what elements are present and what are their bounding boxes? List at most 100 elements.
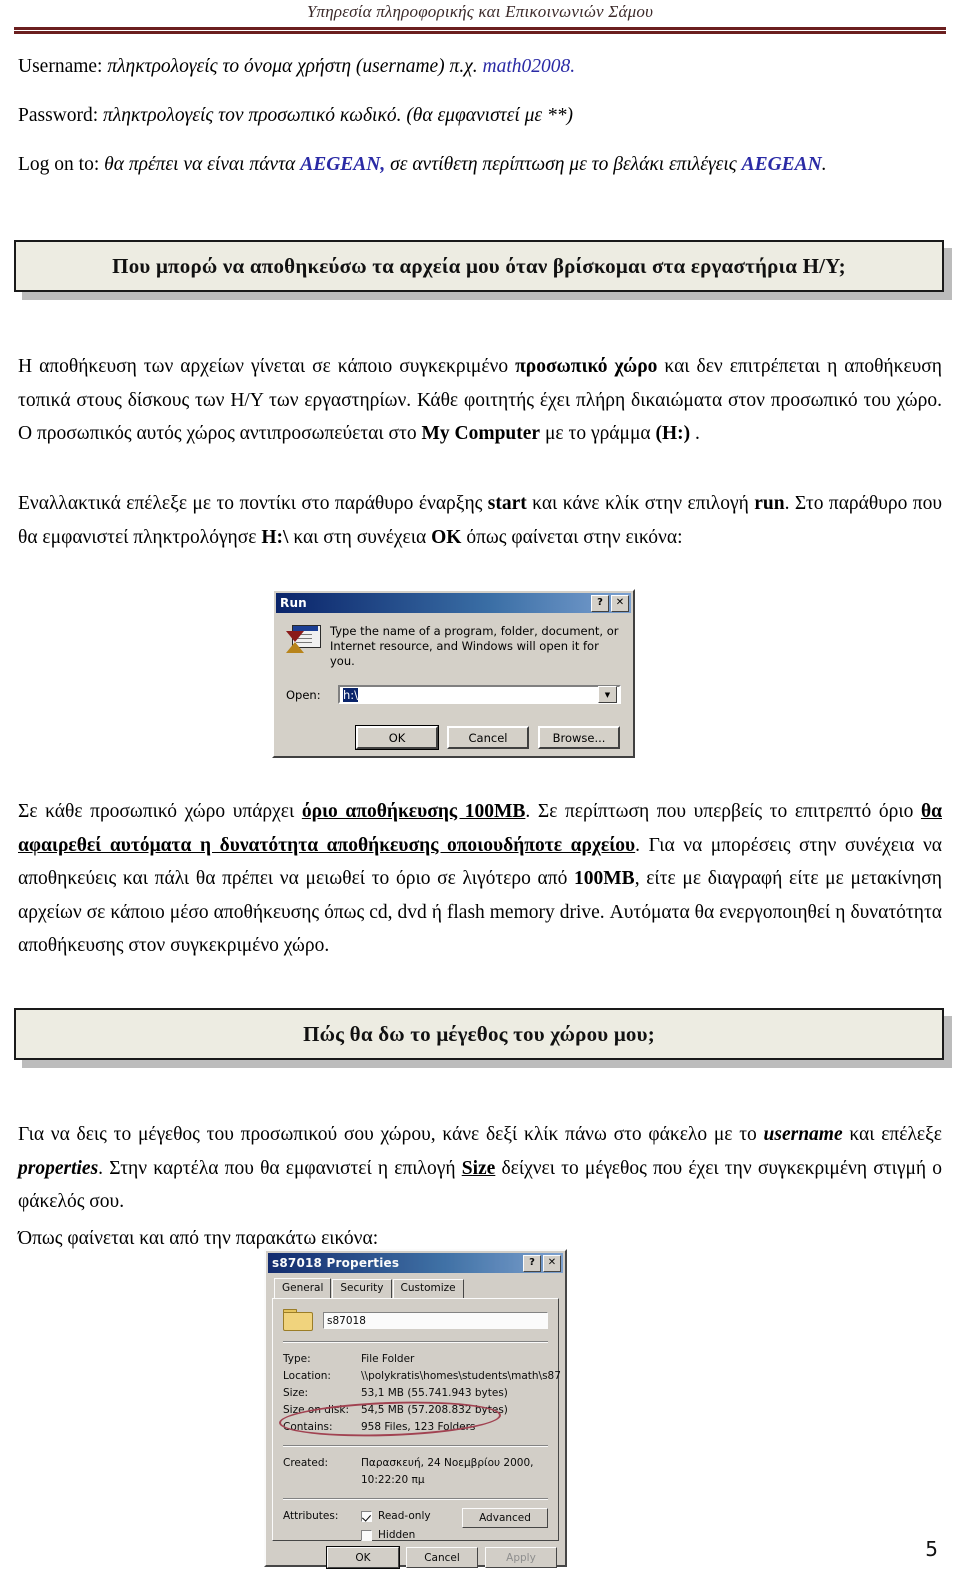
s1p2-part-i: όπως φαίνεται στην εικόνα: — [461, 526, 683, 548]
properties-tabstrip: General Security Customize — [274, 1278, 565, 1298]
properties-cancel-button[interactable]: Cancel — [406, 1547, 478, 1568]
s2p1-part-a: Για να δεις το μέγεθος του προσωπικού σο… — [18, 1124, 764, 1145]
contains-value: 958 Files, 123 Folders — [361, 1421, 476, 1433]
run-dialog-buttons: OK Cancel Browse... — [286, 725, 621, 750]
s2p1-size-keyword: Size — [461, 1157, 496, 1179]
property-row-size: Size: 53,1 MB (55.741.943 bytes) — [283, 1385, 548, 1402]
location-label: Location: — [283, 1370, 331, 1382]
property-row-created: Created: Παρασκευή, 24 Νοεμβρίου 2000, 1… — [283, 1455, 548, 1489]
s2p1-username-keyword: username — [763, 1124, 843, 1145]
section1-heading-text: Που μπορώ να αποθηκεύσω τα αρχεία μου ότ… — [112, 253, 846, 278]
divider — [283, 1445, 548, 1447]
tab-general[interactable]: General — [274, 1278, 332, 1298]
logon-text-middle: σε αντίθετη περίπτωση με το βελάκι επιλέ… — [385, 154, 742, 175]
created-value: Παρασκευή, 24 Νοεμβρίου 2000, 10:22:20 π… — [361, 1457, 534, 1486]
help-icon[interactable]: ? — [523, 1254, 541, 1272]
readonly-label: Read-only — [378, 1510, 431, 1522]
property-row-type: Type: File Folder — [283, 1351, 548, 1368]
divider — [283, 1498, 548, 1500]
run-dialog-titlebar: Run ? ✕ — [276, 593, 631, 613]
run-dialog-body: Type the name of a program, folder, docu… — [274, 613, 633, 750]
login-instructions: Username: πληκτρολογείς το όνομα χρήστη … — [18, 52, 942, 199]
logon-text-before: θα πρέπει να είναι πάντα — [99, 154, 301, 175]
section2-paragraph-1: Για να δεις το μέγεθος του προσωπικού σο… — [18, 1118, 942, 1219]
s2p1-part-e: . Στην καρτέλα που θα εμφανιστεί η επιλο… — [98, 1157, 462, 1179]
properties-dialog-titlebar: s87018 Properties ? ✕ — [268, 1253, 563, 1273]
s2p2-caption: Όπως φαίνεται και από την παρακάτω εικόν… — [18, 1228, 379, 1249]
document-header-title: Υπηρεσία πληροφορικής και Επικοινωνιών Σ… — [306, 2, 654, 21]
readonly-checkbox-row[interactable]: Read-only — [361, 1508, 462, 1524]
password-instruction-line: Password: πληκτρολογείς τον προσωπικό κω… — [18, 101, 942, 131]
open-input[interactable]: h:\ — [340, 687, 598, 702]
s1p2-ok-keyword: OK — [431, 526, 462, 548]
close-icon[interactable]: ✕ — [611, 594, 629, 612]
location-value: \\polykratis\homes\students\math\s87 — [361, 1370, 561, 1382]
logon-domain-first: AEGEAN, — [300, 154, 386, 175]
chevron-down-icon[interactable]: ▼ — [598, 686, 617, 703]
run-browse-button[interactable]: Browse... — [538, 726, 620, 749]
document-header: Υπηρεσία πληροφορικής και Επικοινωνιών Σ… — [0, 0, 960, 36]
open-combobox[interactable]: h:\ ▼ — [338, 685, 621, 704]
properties-dialog-screenshot: s87018 Properties ? ✕ General Security C… — [264, 1249, 567, 1569]
tab-security[interactable]: Security — [332, 1279, 392, 1298]
logon-instruction-line: Log on to: θα πρέπει να είναι πάντα AEGE… — [18, 150, 942, 180]
password-label: Password: — [18, 105, 99, 126]
advanced-button[interactable]: Advanced — [462, 1508, 548, 1528]
help-icon[interactable]: ? — [591, 594, 609, 612]
run-cancel-button[interactable]: Cancel — [447, 726, 529, 749]
s1p1-part-g: . — [690, 423, 700, 444]
s1p2-part-c: και κάνε κλίκ στην επιλογή — [526, 493, 755, 514]
page-number: 5 — [925, 1537, 938, 1561]
s2p1-properties-keyword: properties — [18, 1157, 99, 1179]
username-label: Username: — [18, 56, 103, 77]
size-on-disk-label: Size on disk: — [283, 1404, 349, 1416]
properties-general-panel: s87018 Type: File Folder Location: \\pol… — [272, 1298, 561, 1541]
properties-ok-button[interactable]: OK — [326, 1546, 400, 1569]
section1-paragraph-2: Εναλλακτικά επέλεξε με το ποντίκι στο πα… — [18, 487, 942, 554]
properties-dialog-buttons: OK Cancel Apply — [274, 1546, 557, 1569]
section1-heading-box: Που μπορώ να αποθηκεύσω τα αρχεία μου ότ… — [14, 240, 944, 292]
run-ok-button[interactable]: OK — [355, 725, 439, 750]
attributes-label: Attributes: — [283, 1510, 339, 1522]
password-instruction-text: πληκτρολογείς τον προσωπικό κωδικό. (θα … — [98, 105, 573, 126]
section1-paragraph-3: Σε κάθε προσωπικό χώρο υπάρχει όριο αποθ… — [18, 795, 942, 963]
header-divider-rule — [14, 27, 946, 34]
open-input-value: h:\ — [343, 687, 359, 702]
hidden-label: Hidden — [378, 1529, 416, 1541]
section2-heading-container: Πώς θα δω το μέγεθος του χώρου μου; — [14, 1008, 952, 1068]
size-label: Size: — [283, 1387, 309, 1399]
tab-customize[interactable]: Customize — [392, 1279, 464, 1298]
open-field-label: Open: — [286, 687, 321, 702]
close-icon[interactable]: ✕ — [543, 1254, 561, 1272]
section2-heading-box: Πώς θα δω το μέγεθος του χώρου μου; — [14, 1008, 944, 1060]
folder-icon — [283, 1308, 313, 1332]
attributes-row: Attributes: Read-only Hidden Advanced — [283, 1508, 548, 1546]
hidden-checkbox[interactable] — [361, 1529, 372, 1541]
s1p1-personal-space-emphasis: προσωπικό χώρο — [515, 356, 658, 377]
properties-dialog-title: s87018 Properties — [272, 1256, 400, 1270]
username-instruction-text: πληκτρολογείς το όνομα χρήστη (username)… — [102, 56, 483, 77]
s1p1-drive-letter: (H:) — [655, 423, 691, 444]
type-value: File Folder — [361, 1353, 415, 1365]
username-instruction-line: Username: πληκτρολογείς το όνομα χρήστη … — [18, 52, 942, 82]
username-example: math02008. — [482, 56, 576, 77]
s2p1-part-c: και επέλεξε — [842, 1124, 942, 1145]
s1p3-part-a: Σε κάθε προσωπικό χώρο υπάρχει — [18, 801, 302, 822]
s1p2-start-keyword: start — [487, 493, 527, 514]
created-label: Created: — [283, 1457, 329, 1469]
folder-name-input[interactable]: s87018 — [323, 1311, 548, 1329]
s1p2-drive-path: H:\ — [261, 526, 289, 548]
type-label: Type: — [283, 1353, 311, 1365]
run-program-icon — [286, 625, 321, 655]
s1p3-part-c: . Σε περίπτωση που υπερβείς το επιτρεπτό… — [525, 801, 921, 822]
folder-name-row: s87018 — [283, 1308, 548, 1332]
section1-paragraph-1: Η αποθήκευση των αρχείων γίνεται σε κάπο… — [18, 350, 942, 451]
divider — [283, 1341, 548, 1343]
logon-label: Log on to: — [18, 154, 100, 175]
s1p3-storage-limit: όριο αποθήκευσης 100MB — [301, 801, 526, 822]
s1p2-part-g: και στη συνέχεια — [288, 526, 432, 548]
readonly-checkbox[interactable] — [361, 1510, 372, 1522]
hidden-checkbox-row[interactable]: Hidden — [361, 1527, 462, 1543]
properties-apply-button: Apply — [485, 1547, 557, 1568]
size-on-disk-value: 54,5 MB (57.208.832 bytes) — [361, 1404, 508, 1416]
